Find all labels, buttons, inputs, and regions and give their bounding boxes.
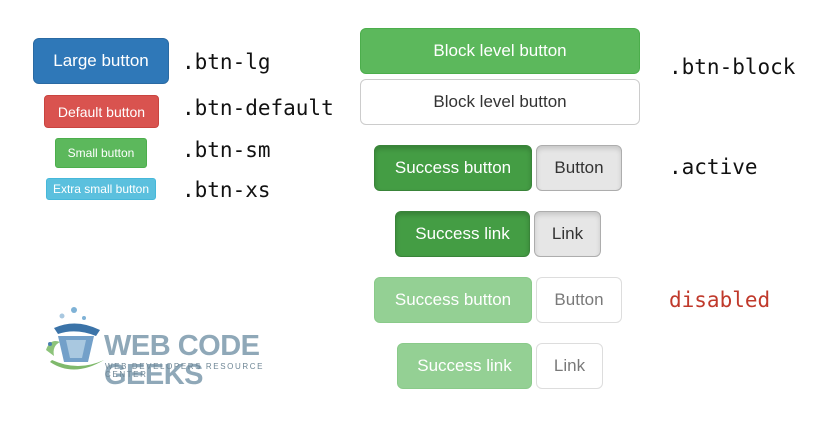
active-default-button[interactable]: Button xyxy=(536,145,622,191)
block-success-button[interactable]: Block level button xyxy=(360,28,640,74)
block-default-button[interactable]: Block level button xyxy=(360,79,640,125)
logo-tagline: WEB DEVELOPERS RESOURCE CENTER xyxy=(105,362,265,379)
logo-icon xyxy=(46,307,104,370)
default-button[interactable]: Default button xyxy=(44,95,159,128)
active-success-link[interactable]: Success link xyxy=(395,211,530,257)
btn-sm-label: .btn-sm xyxy=(182,138,271,162)
disabled-default-button[interactable]: Button xyxy=(536,277,622,323)
web-code-geeks-logo: WEB CODE GEEKS WEB DEVELOPERS RESOURCE C… xyxy=(44,304,294,390)
disabled-success-link[interactable]: Success link xyxy=(397,343,532,389)
btn-lg-label: .btn-lg xyxy=(182,50,271,74)
logo-name: WEB CODE GEEKS xyxy=(104,330,260,391)
small-button[interactable]: Small button xyxy=(55,138,147,168)
disabled-link[interactable]: Link xyxy=(536,343,603,389)
disabled-label: disabled xyxy=(669,288,771,312)
btn-default-label: .btn-default xyxy=(182,96,334,120)
btn-xs-label: .btn-xs xyxy=(182,178,271,202)
btn-block-label: .btn-block xyxy=(669,55,796,79)
extra-small-button[interactable]: Extra small button xyxy=(46,178,156,200)
active-success-button[interactable]: Success button xyxy=(374,145,532,191)
active-link[interactable]: Link xyxy=(534,211,601,257)
large-button[interactable]: Large button xyxy=(33,38,169,84)
disabled-success-button[interactable]: Success button xyxy=(374,277,532,323)
active-label: .active xyxy=(669,155,758,179)
